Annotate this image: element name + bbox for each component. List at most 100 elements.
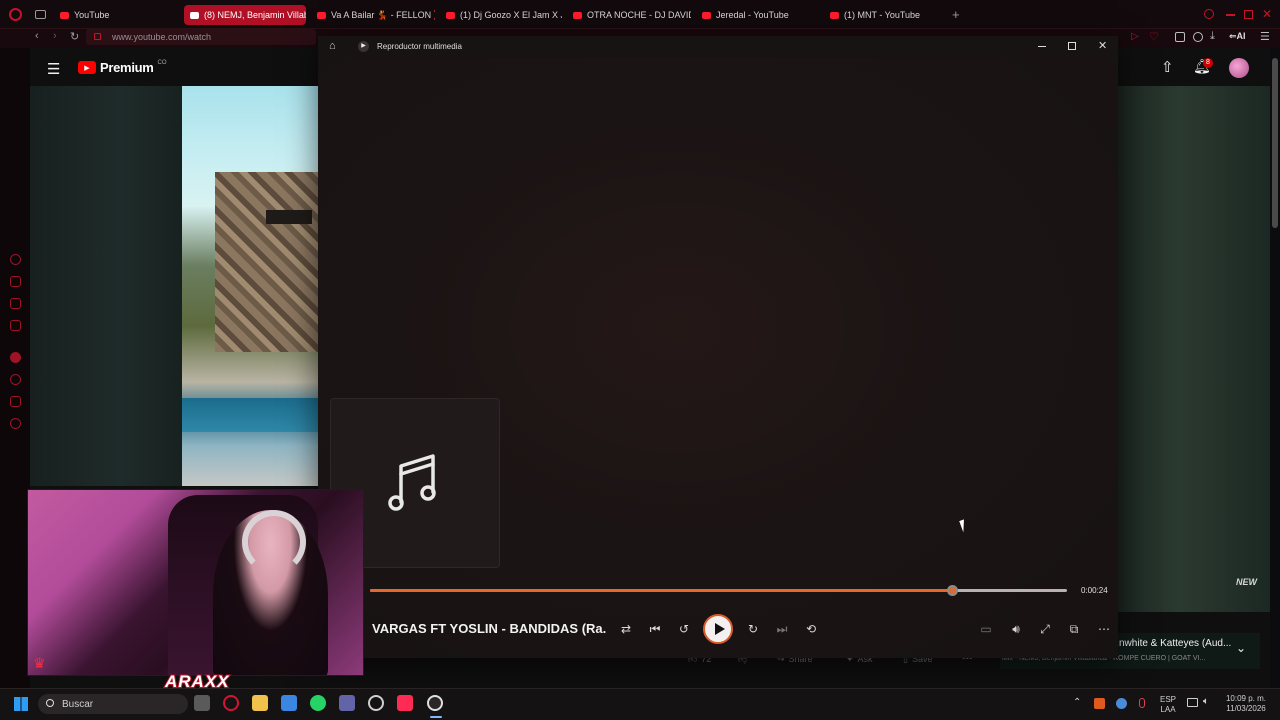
- obs-icon[interactable]: [368, 695, 384, 711]
- opera-logo-icon[interactable]: [9, 8, 22, 21]
- sidebar-aria-icon[interactable]: [10, 254, 21, 265]
- workspaces-icon[interactable]: [35, 10, 46, 19]
- windows-start-icon[interactable]: [14, 697, 28, 711]
- youtube-favicon-icon: [702, 11, 711, 19]
- tiktok-icon[interactable]: [397, 695, 413, 711]
- taskbar-search[interactable]: Buscar: [38, 694, 188, 714]
- task-view-icon[interactable]: [194, 695, 210, 711]
- tray-chevron-up-icon[interactable]: ⌃: [1073, 697, 1081, 708]
- reload-icon[interactable]: ↻: [70, 30, 79, 43]
- clock[interactable]: 10:09 p. m. 11/03/2026: [1221, 694, 1271, 714]
- media-player-task-icon[interactable]: [427, 695, 443, 711]
- opera-sidebar: [0, 48, 30, 688]
- hamburger-menu-icon[interactable]: ☰: [47, 60, 60, 78]
- captions-icon[interactable]: ▭: [978, 621, 994, 637]
- tray-app-icon-2[interactable]: [1116, 698, 1127, 709]
- webcam-overlay: [27, 489, 364, 676]
- player-maximize-icon[interactable]: [1068, 42, 1076, 50]
- tab-youtube[interactable]: YouTube: [54, 5, 179, 25]
- input-language[interactable]: ESP LAA: [1158, 695, 1178, 715]
- back-icon[interactable]: ‹: [35, 30, 39, 42]
- youtube-logo[interactable]: ▶ Premium CO: [78, 60, 167, 75]
- volume-icon[interactable]: 🔊︎: [1008, 621, 1024, 637]
- menu-icon[interactable]: ☰: [1260, 30, 1270, 43]
- download-icon[interactable]: ⤓: [1210, 30, 1215, 43]
- notifications-badge: 8: [1203, 58, 1213, 68]
- next-track-icon[interactable]: ⏭︎: [774, 621, 790, 637]
- teams-icon[interactable]: [339, 695, 355, 711]
- youtube-favicon-icon: [60, 11, 69, 19]
- close-browser-icon[interactable]: ✕: [1262, 7, 1272, 21]
- youtube-favicon-icon: [190, 11, 199, 19]
- opera-gx-app-icon[interactable]: [223, 695, 239, 711]
- whatsapp-icon[interactable]: [310, 695, 326, 711]
- heart-icon[interactable]: ♡: [1149, 30, 1159, 43]
- shuffle-icon[interactable]: ⇄: [618, 621, 634, 637]
- minimize-browser-icon[interactable]: [1226, 14, 1235, 16]
- sidebar-messenger-icon[interactable]: [10, 320, 21, 331]
- windows-taskbar: [0, 688, 1280, 720]
- network-icon[interactable]: [1187, 698, 1198, 707]
- tab-dj-goozo[interactable]: (1) Dj Goozo X El Jam X Ja: [440, 5, 562, 25]
- play-extension-icon[interactable]: ▷: [1131, 31, 1139, 42]
- extensions-icon[interactable]: [1175, 32, 1185, 42]
- play-icon: [714, 623, 725, 635]
- tab-mnt[interactable]: (1) MNT - YouTube: [824, 5, 948, 25]
- video-pool: [182, 398, 318, 432]
- chevron-down-icon[interactable]: ⌄: [1236, 641, 1246, 655]
- new-tab-button[interactable]: +: [952, 7, 960, 22]
- speaker-icon[interactable]: 🔈︎: [1203, 696, 1209, 707]
- progress-thumb[interactable]: [946, 585, 958, 596]
- repeat-off-icon[interactable]: ⟲: [803, 621, 819, 637]
- youtube-play-logo-icon: ▶: [78, 61, 96, 74]
- video-stone-wall: [215, 172, 318, 352]
- url-text: www.youtube.com/watch: [112, 32, 212, 42]
- tab-va-a-bailar[interactable]: Va A Bailar 💃 - FELLON ❌: [311, 5, 435, 25]
- profile-icon[interactable]: [1193, 32, 1203, 42]
- tab-nemj[interactable]: (8) NEMJ, Benjamin Villab: [184, 5, 306, 25]
- sidebar-settings-icon[interactable]: [10, 418, 21, 429]
- player-close-icon[interactable]: ✕: [1098, 39, 1107, 52]
- sidebar-chat-icon[interactable]: [10, 298, 21, 309]
- player-minimize-icon[interactable]: [1038, 46, 1046, 47]
- file-explorer-icon[interactable]: [252, 695, 268, 711]
- miniplayer-icon[interactable]: ⧉: [1066, 621, 1082, 637]
- address-bar[interactable]: www.youtube.com/watch: [86, 29, 316, 45]
- aria-ai-button[interactable]: ⇐AI: [1229, 31, 1246, 42]
- sidebar-shopping-icon[interactable]: [10, 276, 21, 287]
- search-tabs-icon[interactable]: [1204, 9, 1214, 19]
- sidebar-music-icon[interactable]: [10, 352, 21, 363]
- account-avatar[interactable]: [1229, 58, 1249, 78]
- tab-otra-noche[interactable]: OTRA NOCHE - DJ DAVID: [567, 5, 691, 25]
- lock-icon: [94, 33, 101, 40]
- maximize-browser-icon[interactable]: [1244, 10, 1253, 19]
- tray-app-icon-1[interactable]: [1094, 698, 1105, 709]
- home-icon[interactable]: ⌂: [329, 40, 336, 52]
- youtube-favicon-icon: [573, 11, 582, 19]
- sidebar-history-icon[interactable]: [10, 374, 21, 385]
- up-next-title: nwhite & Katteyes (Aud...: [1119, 638, 1232, 649]
- video-left-blur: [30, 86, 182, 486]
- fullscreen-icon[interactable]: ⤢: [1037, 621, 1053, 637]
- elapsed-time: 0:00:24: [1081, 586, 1108, 595]
- previous-track-icon[interactable]: ⏮︎: [647, 621, 663, 637]
- forward-30-icon[interactable]: ↻: [745, 621, 761, 637]
- play-pause-button[interactable]: [703, 614, 733, 644]
- more-options-icon[interactable]: ⋯: [1096, 621, 1112, 637]
- sidebar-extensions-icon[interactable]: [10, 396, 21, 407]
- media-player-app-icon: ▶: [358, 41, 369, 52]
- forward-icon[interactable]: ›: [53, 30, 57, 42]
- upload-icon[interactable]: ⇧: [1161, 58, 1174, 76]
- tab-jeredal[interactable]: Jeredal - YouTube: [696, 5, 820, 25]
- channel-watermark: NEW: [1236, 577, 1257, 587]
- microphone-icon[interactable]: [1139, 698, 1145, 708]
- youtube-favicon-icon: [317, 11, 326, 19]
- ai-arrow-icon: ⇐: [1229, 31, 1237, 41]
- scrollbar[interactable]: [1272, 58, 1278, 228]
- video-window-slit: [266, 210, 312, 224]
- music-note-icon: [388, 454, 436, 511]
- store-icon[interactable]: [281, 695, 297, 711]
- rewind-10-icon[interactable]: ↺: [676, 621, 692, 637]
- youtube-favicon-icon: [830, 11, 839, 19]
- progress-fill: [370, 589, 952, 592]
